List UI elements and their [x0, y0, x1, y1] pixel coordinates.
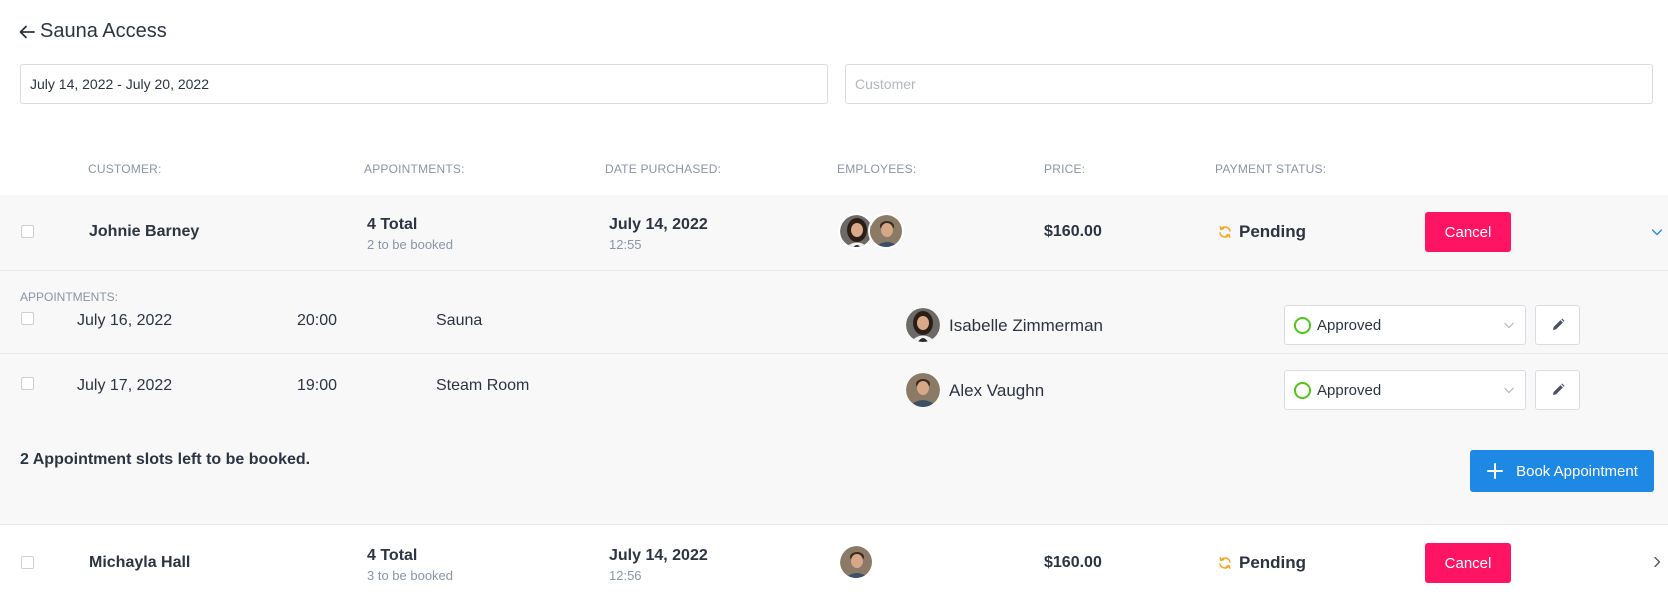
appointment-status-value: Approved — [1317, 381, 1382, 399]
appointment-divider — [0, 353, 1668, 354]
appointment-employee-name: Alex Vaughn — [949, 381, 1045, 400]
purchase-time: 12:55 — [609, 237, 642, 252]
book-appointment-label: Book Appointment — [1516, 462, 1638, 480]
order-checkbox[interactable] — [21, 225, 34, 238]
employee-avatar-male — [868, 213, 904, 249]
edit-appointment-button[interactable] — [1535, 305, 1580, 345]
edit-appointment-button[interactable] — [1535, 370, 1580, 410]
appointments-total: 4 Total — [367, 547, 418, 564]
appointment-time: 20:00 — [297, 312, 338, 329]
pencil-icon — [1552, 318, 1564, 330]
appointment-date: July 17, 2022 — [77, 377, 173, 394]
column-header-date-purchased: DATE PURCHASED: — [605, 162, 722, 176]
chevron-right-icon[interactable] — [1651, 556, 1663, 568]
slots-left-message: 2 Appointment slots left to be booked. — [20, 451, 311, 468]
appointment-checkbox[interactable] — [21, 312, 34, 325]
order-price: $160.00 — [1044, 554, 1102, 571]
pending-sync-icon — [1219, 557, 1231, 569]
page-header: Sauna Access — [18, 20, 167, 43]
appointment-service: Sauna — [436, 312, 483, 329]
payment-status: Pending — [1218, 553, 1306, 573]
column-header-employees: EMPLOYEES: — [837, 162, 917, 176]
row-divider — [0, 270, 1668, 271]
purchase-date: July 14, 2022 — [609, 216, 708, 233]
pencil-icon — [1552, 383, 1564, 395]
approved-circle-icon — [1294, 316, 1311, 334]
appointments-total: 4 Total — [367, 216, 418, 233]
purchase-time: 12:56 — [609, 568, 642, 583]
cancel-order-button[interactable]: Cancel — [1425, 212, 1511, 252]
purchase-date: July 14, 2022 — [609, 547, 708, 564]
column-header-price: PRICE: — [1044, 162, 1086, 176]
approved-circle-icon — [1294, 381, 1311, 399]
page-title: Sauna Access — [40, 20, 167, 42]
arrow-left-icon[interactable] — [18, 23, 36, 41]
appointments-to-book: 3 to be booked — [367, 568, 454, 583]
date-range-input[interactable] — [20, 64, 828, 104]
chevron-down-icon — [1504, 387, 1514, 394]
book-appointment-button[interactable]: Book Appointment — [1470, 450, 1654, 492]
employee-avatar-male — [838, 544, 874, 580]
plus-icon — [1487, 463, 1504, 479]
employee-avatar-male — [906, 373, 940, 407]
employee-avatar-female — [906, 308, 940, 342]
column-header-payment-status: PAYMENT STATUS: — [1215, 162, 1327, 176]
appointment-status-select[interactable]: Approved — [1284, 305, 1526, 345]
appointment-checkbox[interactable] — [21, 377, 34, 390]
chevron-down-icon — [1504, 322, 1514, 329]
appointment-date: July 16, 2022 — [77, 312, 173, 329]
appointment-status-value: Approved — [1317, 316, 1382, 334]
customer-name: Michayla Hall — [89, 554, 191, 571]
row-divider — [0, 524, 1668, 525]
appointment-service: Steam Room — [436, 377, 530, 394]
column-header-appointments: APPOINTMENTS: — [364, 162, 465, 176]
sauna-access-page: Sauna Access CUSTOMER: APPOINTMENTS: DAT… — [0, 0, 1668, 592]
appointment-time: 19:00 — [297, 377, 338, 394]
payment-status: Pending — [1218, 222, 1306, 242]
order-checkbox[interactable] — [21, 556, 34, 569]
customer-search-input[interactable] — [845, 64, 1653, 104]
payment-status-label: Pending — [1239, 553, 1307, 572]
order-row-expanded-background — [0, 195, 1668, 524]
pending-sync-icon — [1219, 226, 1231, 238]
payment-status-label: Pending — [1239, 222, 1307, 241]
appointment-status-select[interactable]: Approved — [1284, 370, 1526, 410]
order-price: $160.00 — [1044, 223, 1102, 240]
appointments-to-book: 2 to be booked — [367, 237, 454, 252]
appointment-employee-name: Isabelle Zimmerman — [949, 316, 1103, 335]
appointments-section-label: APPOINTMENTS: — [20, 290, 119, 304]
chevron-down-icon[interactable] — [1651, 226, 1663, 238]
customer-name: Johnie Barney — [89, 223, 200, 240]
cancel-order-button[interactable]: Cancel — [1425, 543, 1511, 583]
column-header-customer: CUSTOMER: — [88, 162, 162, 176]
